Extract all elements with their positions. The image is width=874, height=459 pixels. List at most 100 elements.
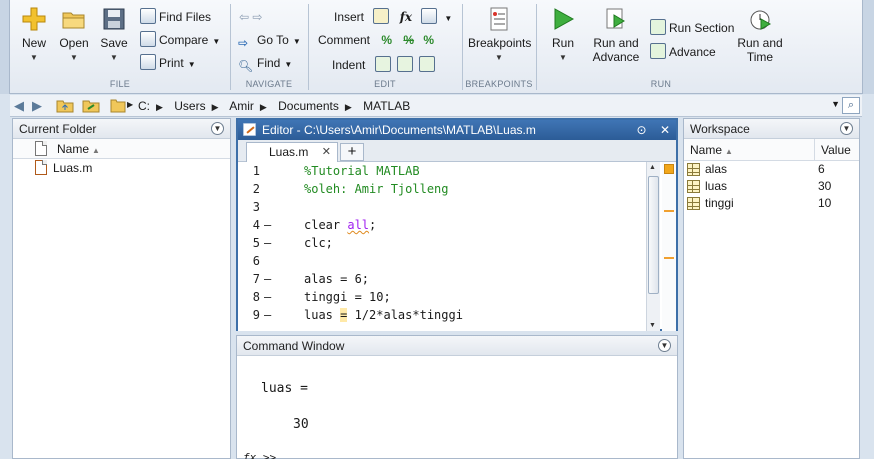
insert-label: Insert [334,10,365,24]
close-icon[interactable]: ✕ [322,143,331,162]
workspace-variable-list: alas 6 luas 30 tinggi 10 [684,161,859,212]
chevron-right-icon[interactable]: ▶ [156,102,163,112]
comment-percent-icon[interactable]: % [381,33,392,47]
breakpoints-button[interactable]: Breakpoints ▼ [468,6,531,65]
breadcrumb-users[interactable]: Users [174,99,205,113]
editor-tab-bar: Luas.m ✕ + [238,140,676,163]
breadcrumb-drive[interactable]: C: [138,99,150,113]
workspace-variable-row[interactable]: alas 6 [684,161,859,178]
command-prompt[interactable]: fx >> [243,451,276,459]
code-line[interactable]: 3 [238,198,646,216]
code-line[interactable]: 6 [238,252,646,270]
find-button[interactable]: 🔍︎ Find ▼ [238,54,293,73]
find-files-button[interactable]: Find Files [140,8,211,26]
panel-menu-chevron-icon[interactable]: ▼ [211,122,224,135]
search-icon[interactable]: ⌕ [842,97,860,114]
code-line[interactable]: 7– alas = 6; [238,270,646,288]
browse-folder-icon[interactable] [82,97,100,116]
breakpoint-dash[interactable]: – [264,288,271,306]
back-arrow-icon[interactable]: ⇦ [239,10,249,24]
panel-menu-chevron-icon[interactable]: ▼ [658,339,671,352]
increase-indent-icon[interactable] [397,56,414,72]
name-column-header[interactable]: Name ▲ [13,139,230,159]
insert-icon [373,8,390,24]
save-button[interactable]: Save ▼ [98,6,130,65]
advance-button[interactable]: Advance [650,43,716,61]
run-and-time-button[interactable]: Run and Time [737,6,783,64]
code-line[interactable]: 4– clear all; [238,216,646,234]
breakpoint-dash[interactable]: – [264,270,271,288]
file-name: Luas.m [53,161,93,175]
name-column-header[interactable]: Name ▲ [690,139,733,163]
group-separator [462,4,463,90]
value-column-header[interactable]: Value [814,139,851,161]
code-area[interactable]: 1 %Tutorial MATLAB 2 %oleh: Amir Tjolleng 3 4… [238,162,646,331]
back-forward-buttons[interactable]: ⇦ ⇨ [239,8,262,26]
open-button[interactable]: Open ▼ [58,6,90,65]
warning-square-icon[interactable] [664,164,674,174]
scroll-up-icon[interactable]: ▲ [649,164,656,171]
panel-title: Workspace [690,122,750,136]
scroll-down-icon[interactable]: ▼ [649,322,656,329]
panel-menu-chevron-icon[interactable]: ⊙ [637,123,647,137]
command-window-body[interactable]: luas = 30 fx >> [237,357,677,459]
chevron-right-icon[interactable]: ▶ [127,100,133,109]
run-section-button[interactable]: Run Section [650,19,734,37]
warning-marker[interactable] [664,257,674,259]
panel-menu-chevron-icon[interactable]: ▼ [840,122,853,135]
warning-highlight[interactable]: = [340,308,348,322]
indent-label: Indent [332,58,366,72]
new-tab-plus-icon[interactable]: + [340,143,364,161]
warning-marker[interactable] [664,210,674,212]
insert-button[interactable]: Insert fx ▼ [334,8,452,26]
forward-arrow-icon[interactable]: ▶ [32,98,42,114]
code-line[interactable]: 1 %Tutorial MATLAB [238,162,646,180]
breakpoint-dash[interactable]: – [264,216,271,234]
chevron-down-icon: ▼ [284,60,293,69]
up-folder-icon[interactable] [56,97,74,116]
chevron-down-icon[interactable]: ▼ [831,99,840,109]
function-icon[interactable] [421,8,438,24]
compare-button[interactable]: Compare ▼ [140,31,220,49]
uncomment-percent-icon[interactable]: % [403,33,414,47]
breakpoint-dash[interactable]: – [264,234,271,252]
breadcrumb-documents[interactable]: Documents [278,99,339,113]
run-and-advance-icon [603,6,629,32]
back-arrow-icon[interactable]: ◀ [14,98,24,114]
smart-indent-icon[interactable] [374,56,391,72]
go-to-button[interactable]: ⇨ Go To ▼ [238,31,301,50]
chevron-right-icon[interactable]: ▶ [260,102,267,112]
current-folder-panel: Current Folder ▼ Name ▲ Luas.m [12,118,231,459]
close-icon[interactable]: ✕ [660,123,670,137]
decrease-indent-icon[interactable] [419,56,436,72]
fx-button[interactable]: fx [400,10,412,24]
code-line[interactable]: 5– clc; [238,234,646,252]
forward-arrow-icon[interactable]: ⇨ [252,10,262,24]
workspace-variable-row[interactable]: luas 30 [684,178,859,195]
new-button[interactable]: New ▼ [18,6,50,65]
print-button[interactable]: Print ▼ [140,54,196,72]
breadcrumb-amir[interactable]: Amir [229,99,254,113]
breadcrumb-matlab[interactable]: MATLAB [363,99,410,113]
list-item[interactable]: Luas.m [13,159,230,177]
indent-button[interactable]: Indent [332,56,438,74]
scrollbar-thumb[interactable] [648,176,659,294]
comment-button[interactable]: Comment % % % [318,31,434,49]
breakpoint-dash[interactable]: – [264,306,271,324]
vertical-scrollbar[interactable]: ▲ ▼ [646,162,660,331]
code-line[interactable]: 2 %oleh: Amir Tjolleng [238,180,646,198]
run-and-advance-button[interactable]: Run and Advance [590,6,642,64]
variable-grid-icon [687,180,700,193]
run-button[interactable]: Run ▼ [546,6,580,65]
code-line[interactable]: 9– luas = 1/2*alas*tinggi [238,306,646,324]
advance-label: Advance [669,45,716,59]
wrap-comment-icon[interactable]: % [423,33,434,47]
chevron-down-icon: ▼ [292,37,301,46]
chevron-right-icon[interactable]: ▶ [345,102,352,112]
chevron-down-icon[interactable]: ▼ [444,14,452,23]
chevron-right-icon[interactable]: ▶ [212,102,219,112]
tab-luas-m[interactable]: Luas.m ✕ [246,142,338,163]
code-line[interactable]: 8– tinggi = 10; [238,288,646,306]
workspace-variable-row[interactable]: tinggi 10 [684,195,859,212]
window-frame-right [862,0,874,94]
